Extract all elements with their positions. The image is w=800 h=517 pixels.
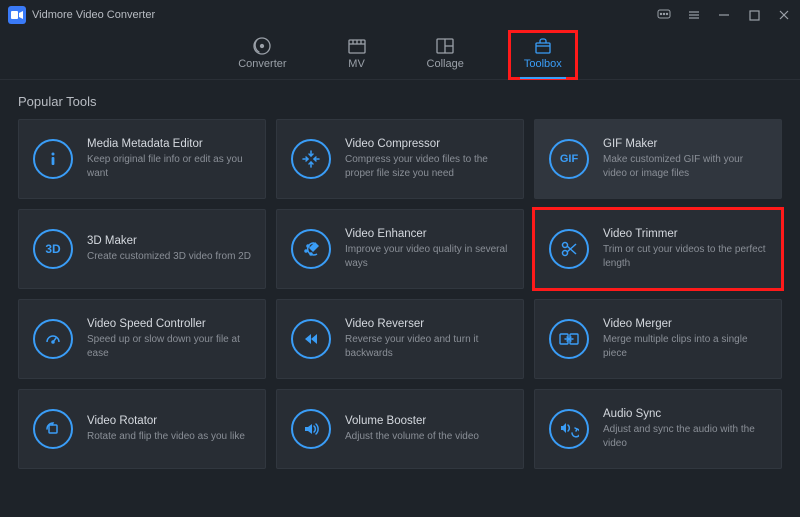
card-title: Media Metadata Editor — [87, 138, 251, 150]
card-text: Volume Booster Adjust the volume of the … — [345, 415, 509, 444]
tool-3d-maker[interactable]: 3D 3D Maker Create customized 3D video f… — [18, 209, 266, 289]
minimize-button[interactable] — [716, 7, 732, 23]
card-text: Video Merger Merge multiple clips into a… — [603, 318, 767, 360]
card-desc: Create customized 3D video from 2D — [87, 250, 251, 264]
maximize-button[interactable] — [746, 7, 762, 23]
tab-label: Converter — [238, 58, 286, 70]
trim-icon — [549, 229, 589, 269]
gif-icon: GIF — [549, 139, 589, 179]
card-text: 3D Maker Create customized 3D video from… — [87, 235, 251, 264]
card-text: Video Rotator Rotate and flip the video … — [87, 415, 251, 444]
tool-video-speed-controller[interactable]: Video Speed Controller Speed up or slow … — [18, 299, 266, 379]
titlebar-right — [656, 7, 792, 23]
speed-icon — [33, 319, 73, 359]
tab-label: MV — [348, 58, 365, 70]
card-desc: Compress your video files to the proper … — [345, 153, 509, 180]
tab-label: Toolbox — [524, 58, 562, 70]
tool-video-enhancer[interactable]: Video Enhancer Improve your video qualit… — [276, 209, 524, 289]
card-title: Video Trimmer — [603, 228, 767, 240]
tools-grid: Media Metadata Editor Keep original file… — [18, 119, 782, 469]
card-title: GIF Maker — [603, 138, 767, 150]
card-title: Volume Booster — [345, 415, 509, 427]
app-logo-icon — [8, 6, 26, 24]
card-desc: Rotate and flip the video as you like — [87, 430, 251, 444]
card-desc: Adjust and sync the audio with the video — [603, 423, 767, 450]
card-desc: Improve your video quality in several wa… — [345, 243, 509, 270]
collage-icon — [435, 36, 455, 56]
card-title: Video Speed Controller — [87, 318, 251, 330]
3d-icon: 3D — [33, 229, 73, 269]
card-title: Video Rotator — [87, 415, 251, 427]
card-title: Video Merger — [603, 318, 767, 330]
tab-collage[interactable]: Collage — [427, 36, 464, 74]
sync-icon — [549, 409, 589, 449]
main-tabs: Converter MV Collage Toolbox — [0, 30, 800, 80]
card-desc: Speed up or slow down your file at ease — [87, 333, 251, 360]
card-text: Video Reverser Reverse your video and tu… — [345, 318, 509, 360]
feedback-icon[interactable] — [656, 7, 672, 23]
tool-video-rotator[interactable]: Video Rotator Rotate and flip the video … — [18, 389, 266, 469]
compress-icon — [291, 139, 331, 179]
card-text: Audio Sync Adjust and sync the audio wit… — [603, 408, 767, 450]
toolbox-icon — [533, 36, 553, 56]
card-desc: Make customized GIF with your video or i… — [603, 153, 767, 180]
card-title: Video Reverser — [345, 318, 509, 330]
tool-audio-sync[interactable]: Audio Sync Adjust and sync the audio wit… — [534, 389, 782, 469]
card-title: Video Enhancer — [345, 228, 509, 240]
card-title: Video Compressor — [345, 138, 509, 150]
tool-volume-booster[interactable]: Volume Booster Adjust the volume of the … — [276, 389, 524, 469]
tool-video-compressor[interactable]: Video Compressor Compress your video fil… — [276, 119, 524, 199]
mv-icon — [347, 36, 367, 56]
menu-icon[interactable] — [686, 7, 702, 23]
card-desc: Trim or cut your videos to the perfect l… — [603, 243, 767, 270]
card-text: Video Compressor Compress your video fil… — [345, 138, 509, 180]
tab-label: Collage — [427, 58, 464, 70]
close-button[interactable] — [776, 7, 792, 23]
app-title: Vidmore Video Converter — [32, 9, 155, 21]
tab-converter[interactable]: Converter — [238, 36, 286, 74]
card-title: Audio Sync — [603, 408, 767, 420]
card-desc: Reverse your video and turn it backwards — [345, 333, 509, 360]
volume-icon — [291, 409, 331, 449]
card-text: Video Speed Controller Speed up or slow … — [87, 318, 251, 360]
card-text: Media Metadata Editor Keep original file… — [87, 138, 251, 180]
tab-toolbox[interactable]: Toolbox — [524, 36, 562, 74]
enhance-icon — [291, 229, 331, 269]
card-text: GIF Maker Make customized GIF with your … — [603, 138, 767, 180]
content: Popular Tools Media Metadata Editor Keep… — [0, 80, 800, 479]
section-title: Popular Tools — [18, 94, 782, 109]
tool-video-trimmer[interactable]: Video Trimmer Trim or cut your videos to… — [534, 209, 782, 289]
card-desc: Keep original file info or edit as you w… — [87, 153, 251, 180]
reverse-icon — [291, 319, 331, 359]
titlebar-left: Vidmore Video Converter — [8, 6, 155, 24]
tool-video-merger[interactable]: Video Merger Merge multiple clips into a… — [534, 299, 782, 379]
card-title: 3D Maker — [87, 235, 251, 247]
card-desc: Merge multiple clips into a single piece — [603, 333, 767, 360]
titlebar: Vidmore Video Converter — [0, 0, 800, 30]
tool-video-reverser[interactable]: Video Reverser Reverse your video and tu… — [276, 299, 524, 379]
card-desc: Adjust the volume of the video — [345, 430, 509, 444]
merge-icon — [549, 319, 589, 359]
tab-mv[interactable]: MV — [347, 36, 367, 74]
tool-media-metadata-editor[interactable]: Media Metadata Editor Keep original file… — [18, 119, 266, 199]
tool-gif-maker[interactable]: GIF GIF Maker Make customized GIF with y… — [534, 119, 782, 199]
card-text: Video Trimmer Trim or cut your videos to… — [603, 228, 767, 270]
card-text: Video Enhancer Improve your video qualit… — [345, 228, 509, 270]
converter-icon — [252, 36, 272, 56]
info-icon — [33, 139, 73, 179]
rotate-icon — [33, 409, 73, 449]
